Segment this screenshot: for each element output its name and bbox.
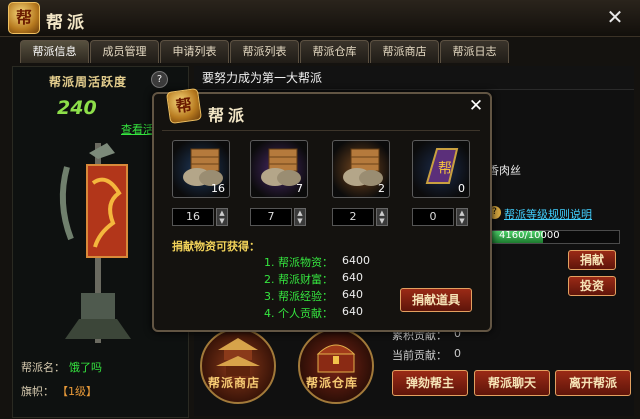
guild-exp-bar: 4160/10000: [488, 230, 620, 244]
current-contribution-label: 当前贡献：: [392, 349, 447, 362]
flag-level-value: 【1级】: [57, 385, 97, 398]
treasure-chest-icon: [316, 344, 356, 373]
guild-shop-button[interactable]: 帮派商店: [200, 328, 276, 404]
partial-text: 香肉丝: [488, 164, 521, 177]
increment-icon[interactable]: ▲ ▼: [294, 208, 306, 226]
pagoda-icon: [216, 338, 260, 376]
reward-value: 640: [342, 271, 363, 284]
guild-window: 帮 帮派 ✕ 帮派信息 成员管理 申请列表 帮派列表 帮派仓库 帮派商店 帮派日…: [0, 0, 640, 419]
quantity-input[interactable]: 2: [332, 208, 374, 226]
reward-label: 4. 个人贡献：: [264, 307, 333, 320]
guild-exp-text: 4160/10000: [499, 230, 560, 241]
item-slot[interactable]: 16: [172, 140, 230, 198]
help-icon[interactable]: ?: [151, 71, 168, 88]
donate-dialog: 帮 帮派 ✕ 16 16 ▲ ▼ 7 7 ▲ ▼ 2 2 ▲ ▼ 帮 0 0 ▲ ▼ 捐献物资可获得： 1. 帮…: [152, 87, 492, 332]
tab-applications[interactable]: 申请列表: [160, 40, 229, 63]
rules-link[interactable]: 帮派等级规则说明: [504, 206, 592, 222]
dialog-emblem-icon: 帮: [165, 87, 203, 125]
guild-motto: 要努力成为第一大帮派: [194, 66, 634, 90]
rewards-title: 捐献物资可获得：: [172, 240, 260, 253]
dialog-close-icon[interactable]: ✕: [466, 96, 486, 116]
reward-value: 640: [342, 288, 363, 301]
view-details-link[interactable]: 查看活: [121, 121, 154, 137]
guild-chat-button[interactable]: 帮派聊天: [474, 370, 550, 396]
guild-warehouse-label: 帮派仓库: [306, 376, 359, 390]
reward-label: 3. 帮派经验：: [264, 290, 333, 303]
tab-guild-warehouse[interactable]: 帮派仓库: [300, 40, 369, 63]
tab-guild-info[interactable]: 帮派信息: [20, 40, 89, 63]
leave-guild-button[interactable]: 离开帮派: [555, 370, 631, 396]
guild-warehouse-button[interactable]: 帮派仓库: [298, 328, 374, 404]
guild-shop-label: 帮派商店: [208, 376, 261, 390]
quantity-input[interactable]: 0: [412, 208, 454, 226]
item-count: 0: [458, 182, 465, 195]
tab-guild-shop[interactable]: 帮派商店: [370, 40, 439, 63]
reward-label: 1. 帮派物资：: [264, 256, 333, 269]
item-slot[interactable]: 7: [250, 140, 308, 198]
weekly-activity-value: 240: [57, 97, 97, 119]
title-bar: 帮 帮派 ✕: [0, 0, 640, 37]
item-count: 16: [211, 182, 225, 195]
donate-items-button[interactable]: 捐献道具: [400, 288, 472, 312]
flag-level-label: 旗帜：: [21, 385, 54, 398]
quantity-input[interactable]: 16: [172, 208, 214, 226]
increment-icon[interactable]: ▲ ▼: [216, 208, 228, 226]
guild-emblem-icon: 帮: [8, 2, 40, 34]
divider: [162, 130, 480, 131]
reward-value: 640: [342, 305, 363, 318]
dialog-title: 帮派: [208, 106, 249, 125]
increment-icon[interactable]: ▲ ▼: [376, 208, 388, 226]
weekly-activity-title: 帮派周活跃度: [49, 75, 128, 89]
invest-button[interactable]: 投资: [568, 276, 616, 296]
guild-name-value: 饿了吗: [69, 361, 102, 374]
current-contribution-value: 0: [454, 347, 461, 360]
item-count: 7: [296, 182, 303, 195]
donate-button[interactable]: 捐献: [568, 250, 616, 270]
reward-label: 2. 帮派财富：: [264, 273, 333, 286]
guild-name-label: 帮派名：: [21, 361, 65, 374]
item-count: 2: [378, 182, 385, 195]
window-title: 帮派: [46, 13, 88, 33]
impeach-leader-button[interactable]: 弹劾帮主: [392, 370, 468, 396]
item-slot[interactable]: 2: [332, 140, 390, 198]
tab-guild-list[interactable]: 帮派列表: [230, 40, 299, 63]
reward-value: 6400: [342, 254, 370, 267]
svg-text:帮: 帮: [438, 161, 452, 177]
close-icon[interactable]: ✕: [604, 6, 626, 28]
tab-member-management[interactable]: 成员管理: [90, 40, 159, 63]
quantity-input[interactable]: 7: [250, 208, 292, 226]
tab-guild-log[interactable]: 帮派日志: [440, 40, 509, 63]
item-slot[interactable]: 帮0: [412, 140, 470, 198]
guild-banner-icon: [59, 143, 131, 343]
increment-icon[interactable]: ▲ ▼: [456, 208, 468, 226]
